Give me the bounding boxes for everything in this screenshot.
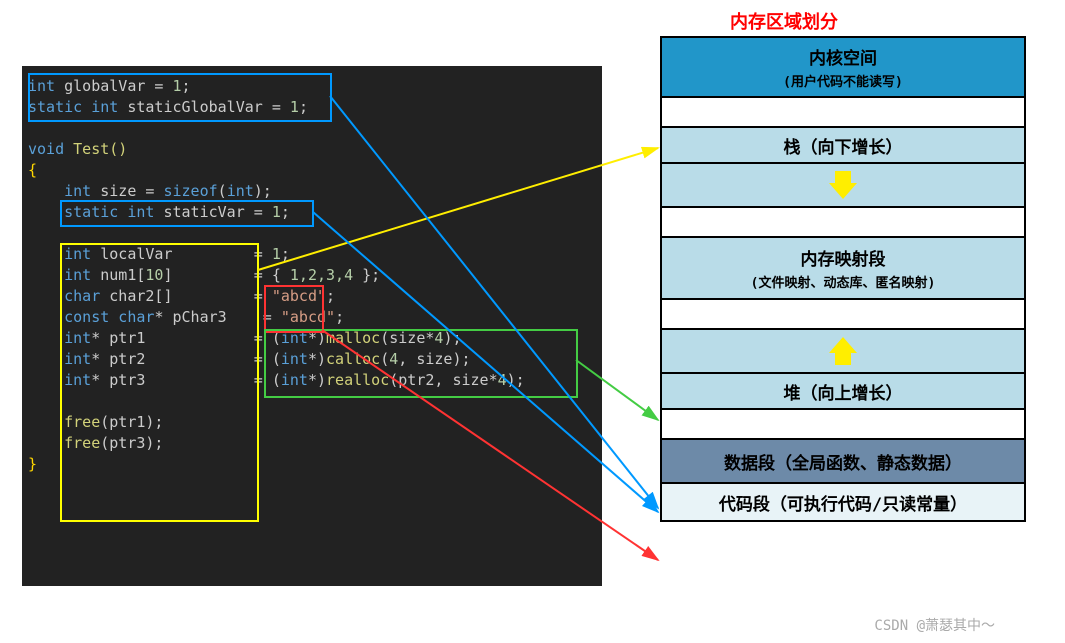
box-heap-calls [264,329,578,398]
diagram-title: 内存区域划分 [730,8,838,34]
mem-arrow-up [662,330,1024,374]
mem-spacer-2 [662,208,1024,238]
mem-spacer-4 [662,410,1024,440]
mem-spacer-3 [662,300,1024,330]
mem-stack: 栈（向下增长） [662,128,1024,164]
mem-arrow-down [662,164,1024,208]
mem-data-segment: 数据段（全局函数、静态数据） [662,440,1024,484]
box-static-local [60,200,314,227]
mem-code-segment: 代码段（可执行代码/只读常量） [662,484,1024,520]
mem-heap: 堆（向上增长） [662,374,1024,410]
mem-kernel: 内核空间 (用户代码不能读写) [662,38,1024,98]
box-locals [60,243,259,522]
box-globals [28,73,332,122]
mem-mmap: 内存映射段 (文件映射、动态库、匿名映射) [662,238,1024,300]
mem-spacer-1 [662,98,1024,128]
box-string-literals [264,285,324,333]
watermark: CSDN @萧瑟其中～ [874,615,995,635]
memory-layout: 内核空间 (用户代码不能读写) 栈（向下增长） 内存映射段 (文件映射、动态库、… [660,36,1026,522]
